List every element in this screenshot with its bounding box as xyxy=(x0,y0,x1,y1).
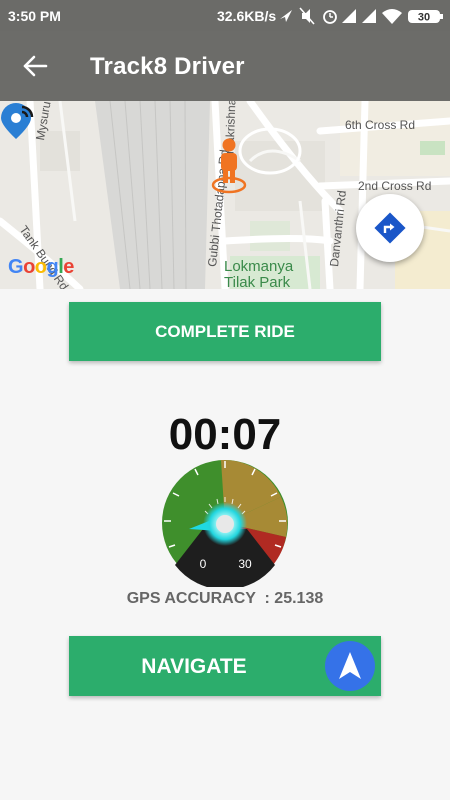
network-rate: 32.6KB/s xyxy=(217,8,277,24)
navigate-label: NAVIGATE xyxy=(141,655,247,678)
signal-icon xyxy=(362,9,376,23)
driver-location-pin-icon xyxy=(211,138,247,194)
location-arrow-icon xyxy=(280,10,292,22)
complete-ride-button[interactable]: COMPLETE RIDE xyxy=(69,302,381,361)
gps-accuracy-gauge: 0 30 xyxy=(162,459,288,587)
map-label: 6th Cross Rd xyxy=(345,118,416,132)
arrow-back-icon[interactable] xyxy=(16,47,54,85)
app-bar: Track8 Driver xyxy=(0,31,450,101)
map-label: Lokmanya xyxy=(224,258,294,275)
battery-level: 30 xyxy=(418,12,430,24)
gps-accuracy-label: GPS ACCURACY : 25.138 xyxy=(126,590,324,607)
page-title: Track8 Driver xyxy=(90,53,245,80)
directions-button[interactable] xyxy=(356,194,424,262)
complete-ride-label: COMPLETE RIDE xyxy=(155,322,295,341)
navigation-arrow-icon[interactable] xyxy=(325,641,375,691)
status-time: 3:50 PM xyxy=(8,8,61,24)
battery-icon: 30 xyxy=(408,10,443,24)
location-tracking-icon xyxy=(1,103,34,139)
map-label: 2nd Cross Rd xyxy=(358,179,432,193)
ride-timer: 00:07 xyxy=(168,410,282,459)
google-logo: Google xyxy=(8,256,74,278)
map-label: Tilak Park xyxy=(224,274,291,289)
alarm-icon xyxy=(323,10,337,24)
status-bar: 3:50 PM 32.6KB/s 30 xyxy=(0,0,450,31)
gps-accuracy-text: GPS ACCURACY : 25.138 xyxy=(0,590,450,608)
map-view[interactable]: Mysuru Rd Tank Bund Rd Ramakrishnappa Rd… xyxy=(0,101,450,289)
mute-icon xyxy=(299,7,315,25)
navigate-button[interactable]: NAVIGATE xyxy=(69,636,381,696)
status-icons: 30 xyxy=(280,7,443,25)
wifi-icon xyxy=(382,9,402,24)
directions-icon xyxy=(374,212,406,244)
gauge-min-label: 0 xyxy=(200,557,207,571)
gauge-max-label: 30 xyxy=(238,557,252,571)
signal-icon xyxy=(342,9,356,23)
